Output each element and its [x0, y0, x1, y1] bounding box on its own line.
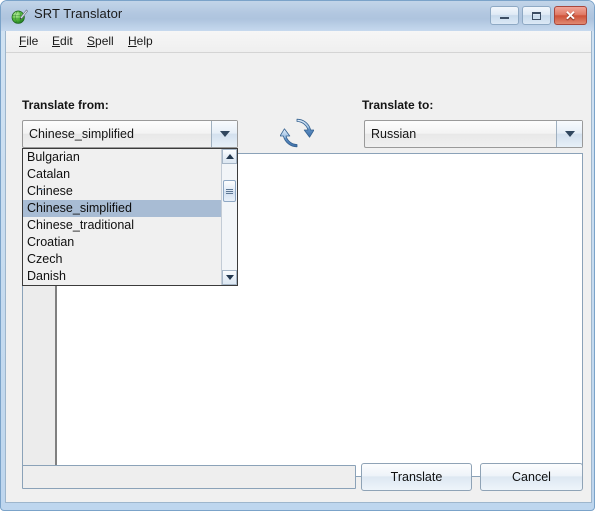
- menu-item-help[interactable]: Help: [126, 34, 155, 48]
- scrollbar-marker: [38, 189, 44, 190]
- swap-languages-button[interactable]: [277, 116, 317, 154]
- menu-edit-rest: dit: [60, 34, 73, 48]
- scrollbar-thumb[interactable]: [223, 180, 236, 202]
- menu-spell-mnemonic: S: [87, 34, 96, 48]
- globe-pen-icon: [11, 8, 29, 25]
- dropdown-options[interactable]: Bulgarian Catalan Chinese Chinese_simpli…: [23, 149, 221, 285]
- maximize-icon: [523, 7, 550, 24]
- translate-from-dropdown-button[interactable]: [211, 121, 237, 147]
- list-item[interactable]: Chinese_traditional: [23, 217, 221, 234]
- translate-from-combobox[interactable]: Chinese_simplified: [22, 120, 238, 148]
- swap-arrows-icon: [279, 117, 315, 154]
- menu-help-mnemonic: H: [128, 34, 137, 48]
- list-item-selected[interactable]: Chinese_simplified: [23, 200, 221, 217]
- translate-from-label: Translate from:: [22, 98, 109, 112]
- application-window: SRT Translator ✕ File Edit Spell Help Tr…: [0, 0, 595, 511]
- menu-help-rest: elp: [136, 34, 153, 48]
- maximize-button[interactable]: [522, 6, 551, 25]
- chevron-down-icon: [219, 131, 230, 137]
- translate-to-value: Russian: [371, 127, 417, 141]
- translate-button[interactable]: Translate: [361, 463, 472, 491]
- close-icon: ✕: [565, 8, 576, 23]
- scroll-down-button[interactable]: [222, 270, 237, 285]
- menu-item-edit[interactable]: Edit: [50, 34, 75, 48]
- scroll-up-button[interactable]: [222, 149, 237, 164]
- dropdown-scrollbar[interactable]: [221, 149, 237, 285]
- triangle-up-icon: [225, 154, 234, 159]
- list-item[interactable]: Bulgarian: [23, 149, 221, 166]
- translate-to-dropdown-button[interactable]: [556, 121, 582, 147]
- menu-item-file[interactable]: File: [17, 34, 40, 48]
- window-title: SRT Translator: [34, 6, 123, 21]
- close-button[interactable]: ✕: [554, 6, 587, 25]
- menu-bar: File Edit Spell Help: [6, 31, 591, 53]
- list-item[interactable]: Czech: [23, 251, 221, 268]
- menu-file-rest: ile: [26, 34, 39, 48]
- minimize-button[interactable]: [490, 6, 519, 25]
- list-item[interactable]: Danish: [23, 268, 221, 285]
- list-item[interactable]: Chinese: [23, 183, 221, 200]
- title-bar[interactable]: SRT Translator ✕: [1, 1, 594, 31]
- cancel-button[interactable]: Cancel: [480, 463, 583, 491]
- menu-item-spell[interactable]: Spell: [85, 34, 116, 48]
- chevron-down-icon: [564, 131, 575, 137]
- translate-from-value: Chinese_simplified: [29, 127, 134, 141]
- translate-to-label: Translate to:: [362, 98, 434, 112]
- translate-from-dropdown-list[interactable]: Bulgarian Catalan Chinese Chinese_simpli…: [22, 148, 238, 286]
- translate-to-combobox[interactable]: Russian: [364, 120, 583, 148]
- list-item[interactable]: Croatian: [23, 234, 221, 251]
- menu-spell-rest: pell: [95, 34, 114, 48]
- triangle-down-icon: [225, 275, 234, 280]
- menu-edit-mnemonic: E: [52, 34, 61, 48]
- progress-bar: [22, 465, 356, 489]
- minimize-icon: [491, 7, 518, 24]
- list-item[interactable]: Catalan: [23, 166, 221, 183]
- grip-icon: [226, 188, 233, 194]
- client-area: File Edit Spell Help Translate from: Tra…: [5, 31, 592, 503]
